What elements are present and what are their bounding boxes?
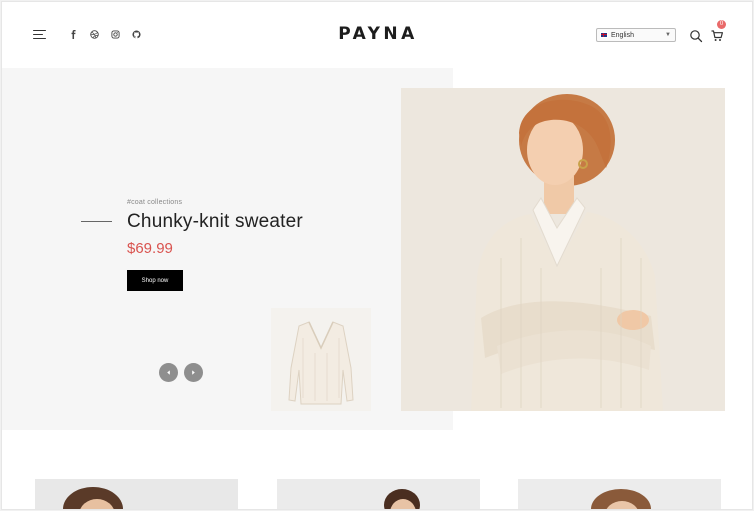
language-selected: English xyxy=(611,31,634,39)
uk-flag-icon xyxy=(600,32,608,38)
product-thumbnail[interactable] xyxy=(271,308,371,411)
language-select[interactable]: English ▼ xyxy=(596,28,676,42)
hero-divider xyxy=(81,221,112,222)
shop-now-button[interactable]: Shop now xyxy=(127,270,183,291)
chevron-down-icon: ▼ xyxy=(665,32,671,38)
product-card-1[interactable] xyxy=(35,479,238,509)
product-image-3 xyxy=(518,479,721,509)
product-image-2 xyxy=(277,479,480,509)
slider-next-button[interactable] xyxy=(184,363,203,382)
cart-count-badge: 0 xyxy=(717,20,726,29)
slider-prev-button[interactable] xyxy=(159,363,178,382)
hero-title: Chunky-knit sweater xyxy=(127,211,303,232)
hero-model-image xyxy=(401,88,725,411)
site-header: PAYNA English ▼ 0 xyxy=(2,2,752,68)
product-card-2[interactable] xyxy=(277,479,480,509)
hero-slide xyxy=(2,68,453,430)
page: PAYNA English ▼ 0 #coat collections Chun… xyxy=(1,1,753,510)
hero-price: $69.99 xyxy=(127,240,173,257)
product-card-3[interactable] xyxy=(518,479,721,509)
chevron-right-icon xyxy=(192,370,195,375)
cart-icon[interactable] xyxy=(710,29,724,43)
chevron-left-icon xyxy=(167,370,170,375)
hero-eyebrow: #coat collections xyxy=(127,199,183,206)
search-icon[interactable] xyxy=(689,29,703,43)
product-image-1 xyxy=(35,479,238,509)
